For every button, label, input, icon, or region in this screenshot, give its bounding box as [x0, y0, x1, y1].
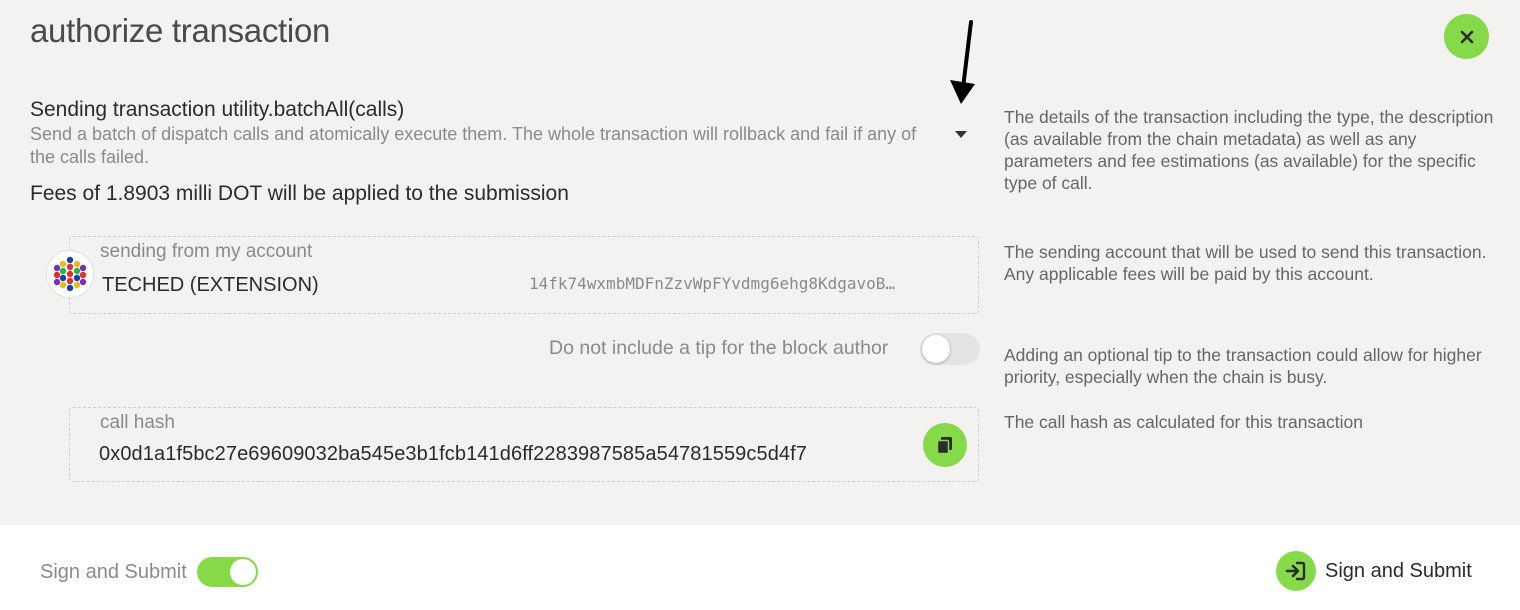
sign-and-submit-button[interactable]: Sign and Submit	[1276, 551, 1472, 591]
sign-submit-toggle[interactable]	[197, 557, 258, 587]
copy-call-hash-button[interactable]	[923, 423, 967, 467]
transaction-description: Send a batch of dispatch calls and atomi…	[30, 124, 917, 167]
account-identicon	[46, 250, 94, 298]
transaction-title: Sending transaction utility.batchAll(cal…	[30, 98, 405, 121]
tip-help: Adding an optional tip to the transactio…	[1004, 345, 1482, 387]
copy-icon	[936, 437, 952, 455]
account-label: sending from my account	[100, 241, 313, 262]
call-hash-label: call hash	[100, 412, 175, 433]
fees-text: Fees of 1.8903 milli DOT will be applied…	[30, 182, 569, 205]
tip-toggle[interactable]	[920, 333, 980, 365]
transaction-help: The details of the transaction including…	[1004, 107, 1494, 193]
modal-title: authorize transaction	[30, 12, 331, 49]
sign-in-icon	[1276, 551, 1316, 591]
account-help: The sending account that will be used to…	[1004, 242, 1487, 284]
account-address: 14fk74wxmbMDFnZzvWpFYvdmg6ehg8KdgavoB…	[529, 274, 896, 293]
call-hash-value[interactable]: 0x0d1a1f5bc27e69609032ba545e3b1fcb141d6f…	[99, 443, 807, 466]
close-icon	[1460, 30, 1473, 43]
tip-toggle-label: Do not include a tip for the block autho…	[549, 337, 889, 359]
caret-down-icon[interactable]	[952, 128, 970, 140]
close-button[interactable]	[1444, 14, 1489, 59]
sign-and-submit-label: Sign and Submit	[1325, 559, 1472, 582]
call-hash-help: The call hash as calculated for this tra…	[1004, 412, 1363, 432]
account-name: TECHED (EXTENSION)	[102, 274, 319, 296]
sign-submit-toggle-label: Sign and Submit	[40, 561, 187, 583]
annotation-arrow-icon	[950, 20, 975, 104]
